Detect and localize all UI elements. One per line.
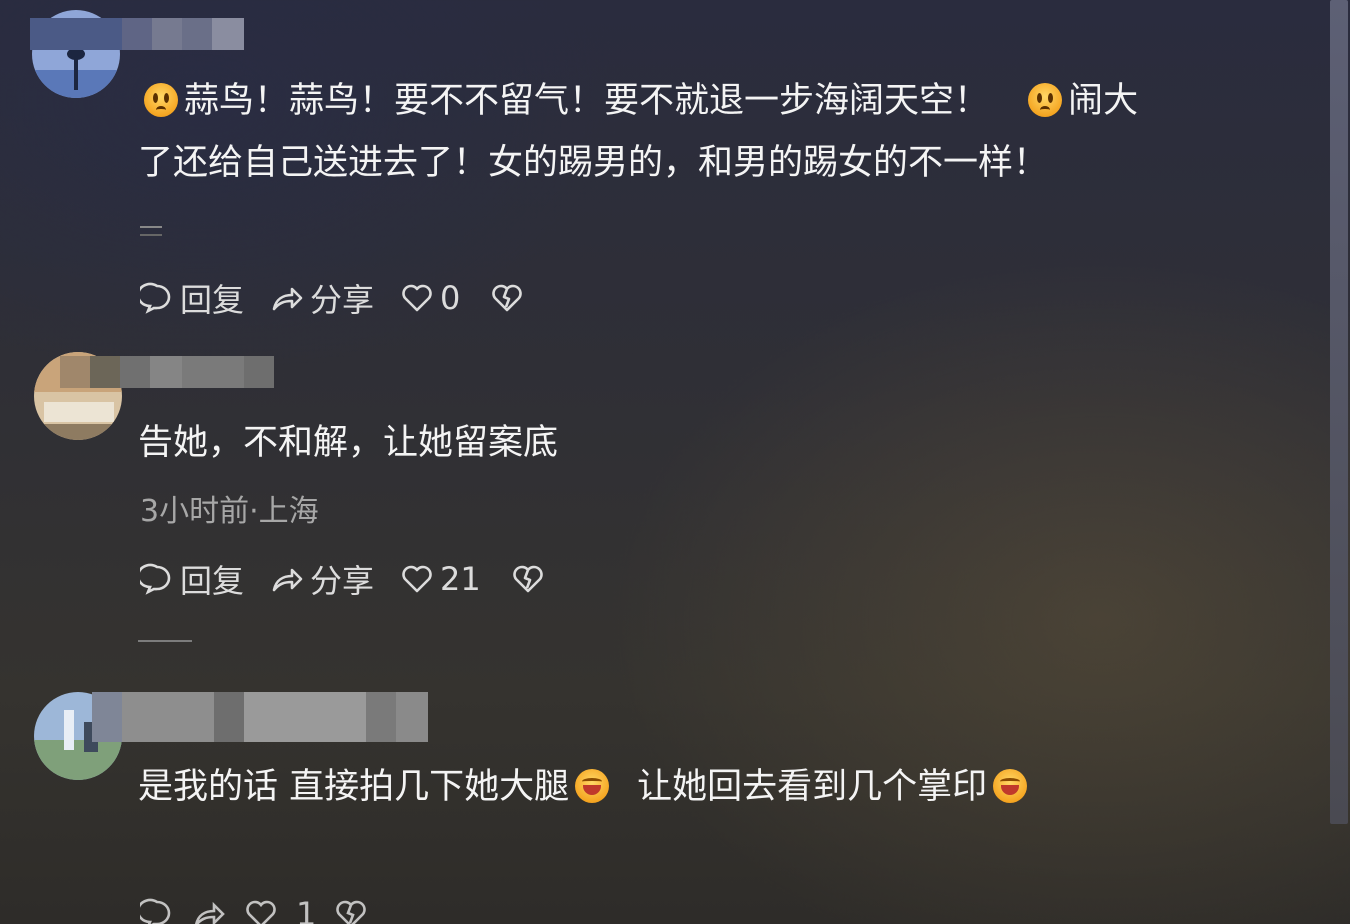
broken-heart-icon (512, 565, 543, 593)
worried-face-icon (144, 83, 178, 117)
heart-icon[interactable] (244, 897, 278, 924)
dislike-button[interactable] (490, 281, 530, 315)
comment-actions: 回复 分享 0 (140, 275, 556, 321)
reply-button[interactable]: 回复 (140, 556, 244, 602)
broken-heart-icon (492, 284, 523, 312)
reply-icon[interactable] (140, 897, 174, 924)
scrollbar[interactable] (1330, 0, 1348, 824)
share-icon (272, 568, 303, 592)
reply-button[interactable]: 回复 (140, 275, 244, 321)
comment-text: 蒜鸟！蒜鸟！要不不留气！要不就退一步海阔天空！ 闹大 (138, 70, 1138, 132)
like-button[interactable]: 0 (400, 279, 460, 317)
reply-icon (140, 282, 171, 314)
reply-icon (140, 563, 171, 595)
heart-icon (402, 565, 432, 593)
sticker-placeholder (140, 226, 162, 236)
comment-meta: 3小时前·上海 (140, 494, 319, 529)
comment-text-line2: 了还给自己送进去了！女的踢男的，和男的踢女的不一样！ (138, 143, 1049, 183)
comment-actions-partial: 1 (140, 895, 368, 924)
share-icon[interactable] (192, 897, 226, 924)
like-button[interactable]: 21 (400, 560, 481, 598)
grinning-face-icon (575, 769, 610, 803)
replies-divider (138, 640, 192, 642)
like-count: 21 (440, 560, 481, 598)
share-icon (272, 287, 303, 311)
comment-actions: 回复 分享 21 (140, 556, 577, 602)
like-count: 0 (440, 279, 461, 317)
share-button[interactable]: 分享 (270, 275, 374, 321)
grinning-face-icon (993, 769, 1028, 803)
broken-heart-icon[interactable] (334, 897, 368, 924)
username-blurred (30, 18, 244, 50)
username-blurred (60, 356, 274, 388)
heart-icon (402, 284, 432, 312)
username-blurred (92, 692, 428, 742)
share-button[interactable]: 分享 (270, 556, 374, 602)
comment-text: 告她，不和解，让她留案底 (138, 423, 559, 463)
like-count: 1 (296, 895, 317, 924)
fist-face-icon (1028, 83, 1063, 117)
comment-text: 是我的话 直接拍几下她大腿 让她回去看到几个掌印 (138, 756, 1033, 818)
dislike-button[interactable] (511, 562, 551, 596)
